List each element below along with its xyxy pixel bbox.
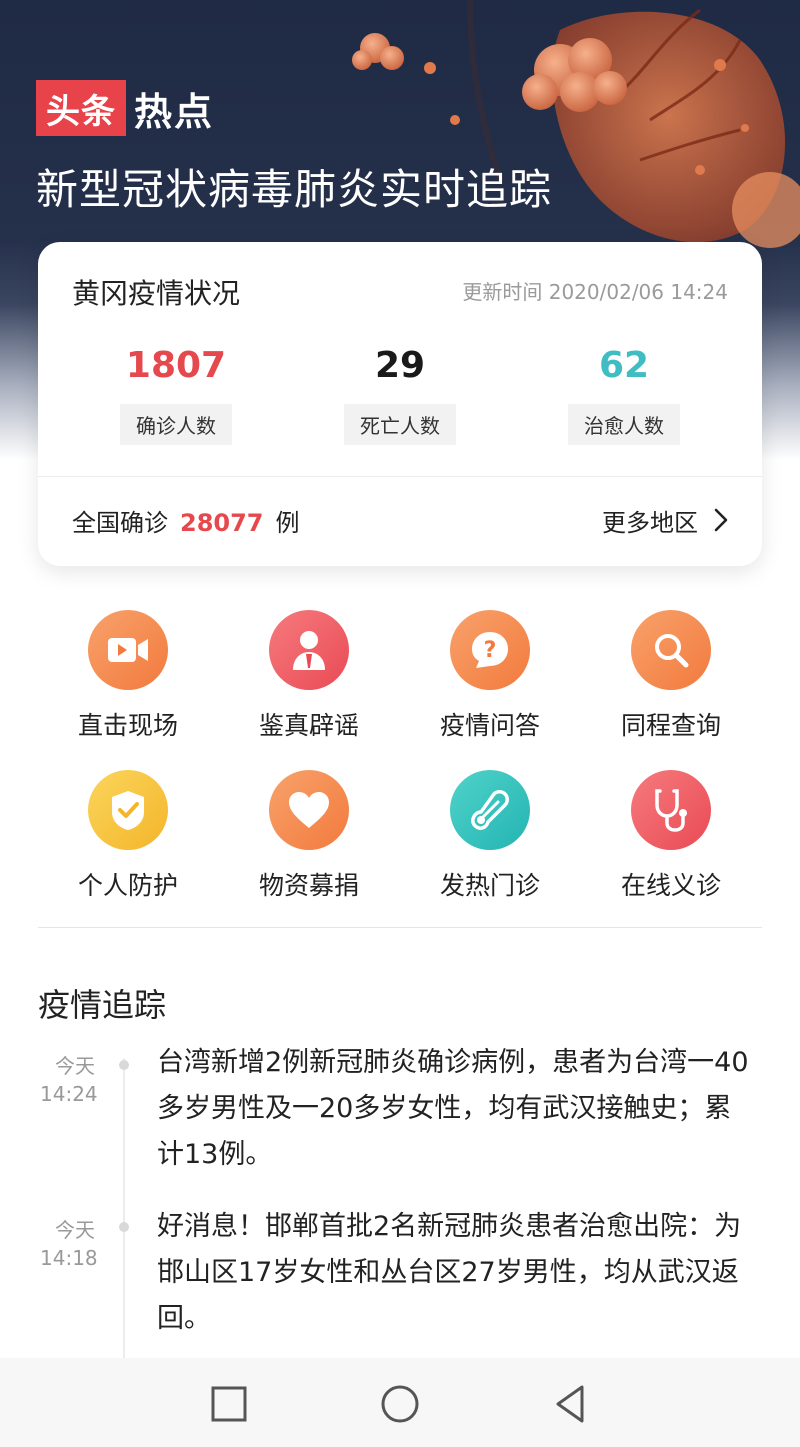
svg-text:?: ? xyxy=(484,638,497,663)
recent-apps-icon[interactable] xyxy=(207,1382,251,1426)
card-title: 黄冈疫情状况 xyxy=(72,277,241,310)
services-grid: 直击现场 鉴真辟谣 ? 疫情问答 同程查询 个人防护 物资募捐 发热门诊 在线义… xyxy=(38,604,762,904)
card-footer: 全国确诊 28077 例 更多地区 xyxy=(72,500,728,540)
service-label: 发热门诊 xyxy=(439,871,540,900)
service-online-consult[interactable]: 在线义诊 xyxy=(581,764,761,904)
timeline-dot xyxy=(119,1222,129,1232)
service-donation[interactable]: 物资募捐 xyxy=(219,764,399,904)
tracking-section-title: 疫情追踪 xyxy=(38,986,167,1024)
national-summary: 全国确诊 28077 例 xyxy=(72,503,300,538)
chevron-right-icon xyxy=(714,508,728,532)
timeline-line xyxy=(123,1058,125,1358)
service-fever-clinic[interactable]: 发热门诊 xyxy=(400,764,580,904)
national-suffix: 例 xyxy=(275,508,300,537)
divider xyxy=(38,476,762,477)
page-title: 新型冠状病毒肺炎实时追踪 xyxy=(36,165,553,214)
service-qa[interactable]: ? 疫情问答 xyxy=(400,604,580,744)
stethoscope-icon xyxy=(631,770,711,850)
update-time: 更新时间 2020/02/06 14:24 xyxy=(462,280,728,304)
question-chat-icon: ? xyxy=(450,610,530,690)
service-fact-check[interactable]: 鉴真辟谣 xyxy=(219,604,399,744)
national-prefix: 全国确诊 xyxy=(72,508,168,537)
service-live-scene[interactable]: 直击现场 xyxy=(38,604,218,744)
section-divider xyxy=(38,927,762,928)
service-trip-search[interactable]: 同程查询 xyxy=(581,604,761,744)
service-label: 直击现场 xyxy=(77,711,178,740)
system-nav-bar xyxy=(0,1358,800,1447)
stat-deaths-label: 死亡人数 xyxy=(344,404,456,445)
stat-recovered-value: 62 xyxy=(598,345,650,386)
stats-row: 1807 确诊人数 29 死亡人数 62 治愈人数 xyxy=(38,342,762,452)
service-label: 物资募捐 xyxy=(258,871,359,900)
service-label: 疫情问答 xyxy=(439,711,540,740)
timeline-dot xyxy=(119,1060,129,1070)
heart-icon xyxy=(269,770,349,850)
stat-confirmed-label: 确诊人数 xyxy=(120,404,232,445)
person-badge-icon xyxy=(269,610,349,690)
thermometer-icon xyxy=(450,770,530,850)
stat-recovered: 62 治愈人数 xyxy=(524,342,724,445)
service-label: 个人防护 xyxy=(77,871,178,900)
brand-logo-white: 热点 xyxy=(134,89,215,134)
stat-recovered-label: 治愈人数 xyxy=(568,404,680,445)
brand-logo: 头条 热点 xyxy=(36,80,214,136)
brand-logo-red: 头条 xyxy=(36,80,126,136)
more-regions-label: 更多地区 xyxy=(602,508,698,537)
more-regions-link[interactable]: 更多地区 xyxy=(602,503,728,538)
shield-check-icon xyxy=(88,770,168,850)
news-text: 台湾新增2例新冠肺炎确诊病例，患者为台湾一40多岁男性及一20多岁女性，均有武汉… xyxy=(157,1047,749,1170)
news-time: 14:24 xyxy=(40,1082,98,1106)
news-text: 好消息！邯郸首批2名新冠肺炎患者治愈出院：为邯山区17岁女性和丛台区27岁男性，… xyxy=(157,1211,742,1334)
news-day: 今天 xyxy=(55,1218,95,1242)
news-day: 今天 xyxy=(55,1054,95,1078)
back-icon[interactable] xyxy=(548,1382,592,1426)
stat-deaths: 29 死亡人数 xyxy=(300,342,500,445)
search-icon xyxy=(631,610,711,690)
service-personal-protection[interactable]: 个人防护 xyxy=(38,764,218,904)
national-count: 28077 xyxy=(180,508,264,537)
stat-deaths-value: 29 xyxy=(374,345,426,386)
video-camera-icon xyxy=(88,610,168,690)
stat-confirmed: 1807 确诊人数 xyxy=(76,342,276,445)
service-label: 鉴真辟谣 xyxy=(258,711,359,740)
service-label: 同程查询 xyxy=(620,711,721,740)
home-icon[interactable] xyxy=(378,1382,422,1426)
stat-confirmed-value: 1807 xyxy=(125,345,227,386)
service-label: 在线义诊 xyxy=(620,871,721,900)
status-card: 黄冈疫情状况 更新时间 2020/02/06 14:24 1807 确诊人数 2… xyxy=(38,242,762,566)
news-time: 14:18 xyxy=(40,1246,98,1270)
